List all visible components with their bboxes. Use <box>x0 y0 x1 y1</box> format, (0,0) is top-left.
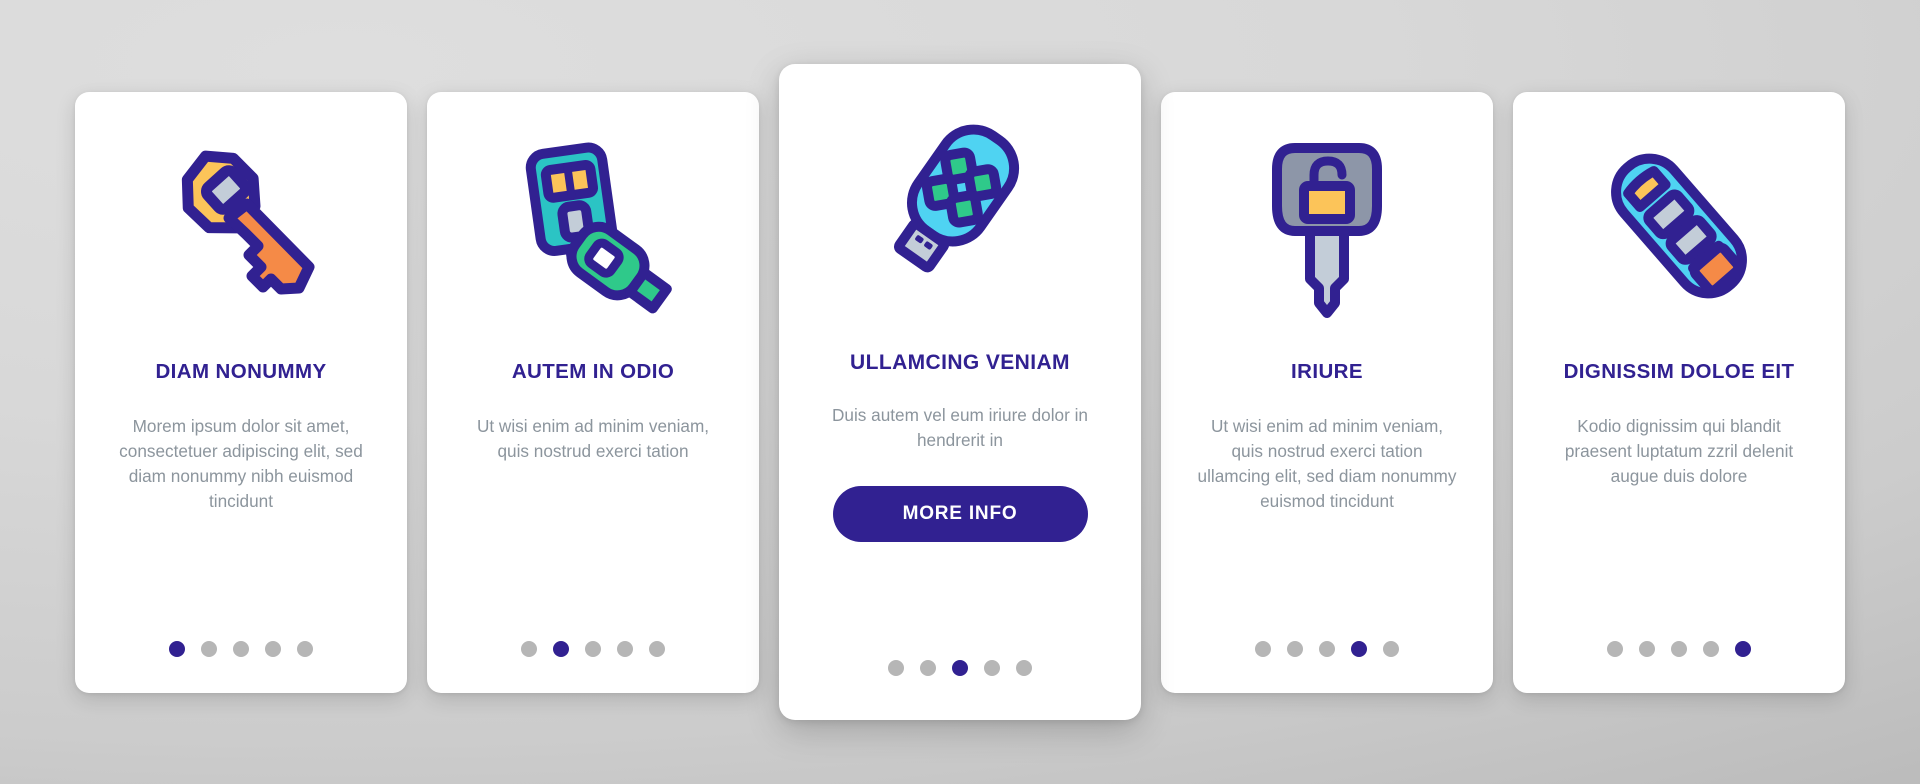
pagination-dot[interactable] <box>553 640 569 657</box>
pagination-dot[interactable] <box>1255 640 1271 657</box>
pagination-dot[interactable] <box>617 640 633 657</box>
pagination-dot[interactable] <box>920 660 936 676</box>
pagination-dots[interactable] <box>427 640 759 657</box>
onboarding-card-1[interactable]: DIAM NONUMMY Morem ipsum dolor sit amet,… <box>75 91 407 693</box>
pagination-dots[interactable] <box>75 640 407 657</box>
pagination-dot[interactable] <box>201 640 217 657</box>
pagination-dot[interactable] <box>1287 640 1303 657</box>
card-body: Ut wisi enim ad minim veniam, quis nostr… <box>1197 416 1457 511</box>
pagination-dot[interactable] <box>1639 640 1655 657</box>
onboarding-card-4[interactable]: IRIURE Ut wisi enim ad minim veniam, qui… <box>1161 91 1493 693</box>
pagination-dot[interactable] <box>297 640 313 657</box>
classic-key-icon <box>97 92 385 360</box>
card-row: DIAM NONUMMY Morem ipsum dolor sit amet,… <box>0 0 1920 784</box>
onboarding-card-5[interactable]: DIGNISSIM DOLOE EIT Kodio dignissim qui … <box>1513 91 1845 693</box>
pagination-dot[interactable] <box>521 640 537 657</box>
card-title: IRIURE <box>1291 359 1363 383</box>
pagination-dot[interactable] <box>1351 640 1367 657</box>
card-body: Duis autem vel eum iriure dolor in hendr… <box>831 405 1088 451</box>
onboarding-screens-mockup: DIAM NONUMMY Morem ipsum dolor sit amet,… <box>0 0 1920 784</box>
pagination-dot[interactable] <box>1607 640 1623 657</box>
card-body: Morem ipsum dolor sit amet, consectetuer… <box>119 416 363 511</box>
car-key-fob-icon <box>449 92 737 360</box>
pagination-dot[interactable] <box>888 660 904 676</box>
pagination-dot[interactable] <box>1319 640 1335 657</box>
pagination-dot[interactable] <box>233 640 249 657</box>
padlock-key-icon <box>1183 92 1471 360</box>
pagination-dot[interactable] <box>1735 640 1751 657</box>
pagination-dot[interactable] <box>1703 640 1719 657</box>
pagination-dot[interactable] <box>952 660 968 676</box>
car-remote-icon <box>1535 92 1823 360</box>
card-body: Kodio dignissim qui blandit praesent lup… <box>1564 416 1794 486</box>
pagination-dots[interactable] <box>779 660 1141 676</box>
pagination-dot[interactable] <box>265 640 281 657</box>
card-title: DIAM NONUMMY <box>155 359 327 383</box>
pagination-dot[interactable] <box>585 640 601 657</box>
usb-remote-key-icon <box>801 64 1119 350</box>
pagination-dot[interactable] <box>649 640 665 657</box>
pagination-dot[interactable] <box>1016 660 1032 676</box>
onboarding-card-3[interactable]: ULLAMCING VENIAM Duis autem vel eum iriu… <box>779 64 1141 720</box>
card-title: DIGNISSIM DOLOE EIT <box>1563 359 1795 383</box>
card-body: Ut wisi enim ad minim veniam, quis nostr… <box>476 416 710 462</box>
pagination-dot[interactable] <box>1383 640 1399 657</box>
onboarding-card-2[interactable]: AUTEM IN ODIO Ut wisi enim ad minim veni… <box>427 91 759 693</box>
card-title: AUTEM IN ODIO <box>511 359 675 383</box>
pagination-dot[interactable] <box>169 640 185 657</box>
card-title: ULLAMCING VENIAM <box>850 351 1070 374</box>
pagination-dots[interactable] <box>1513 640 1845 657</box>
pagination-dot[interactable] <box>1671 640 1687 657</box>
pagination-dots[interactable] <box>1161 640 1493 657</box>
pagination-dot[interactable] <box>984 660 1000 676</box>
more-info-button[interactable]: MORE INFO <box>832 486 1088 543</box>
